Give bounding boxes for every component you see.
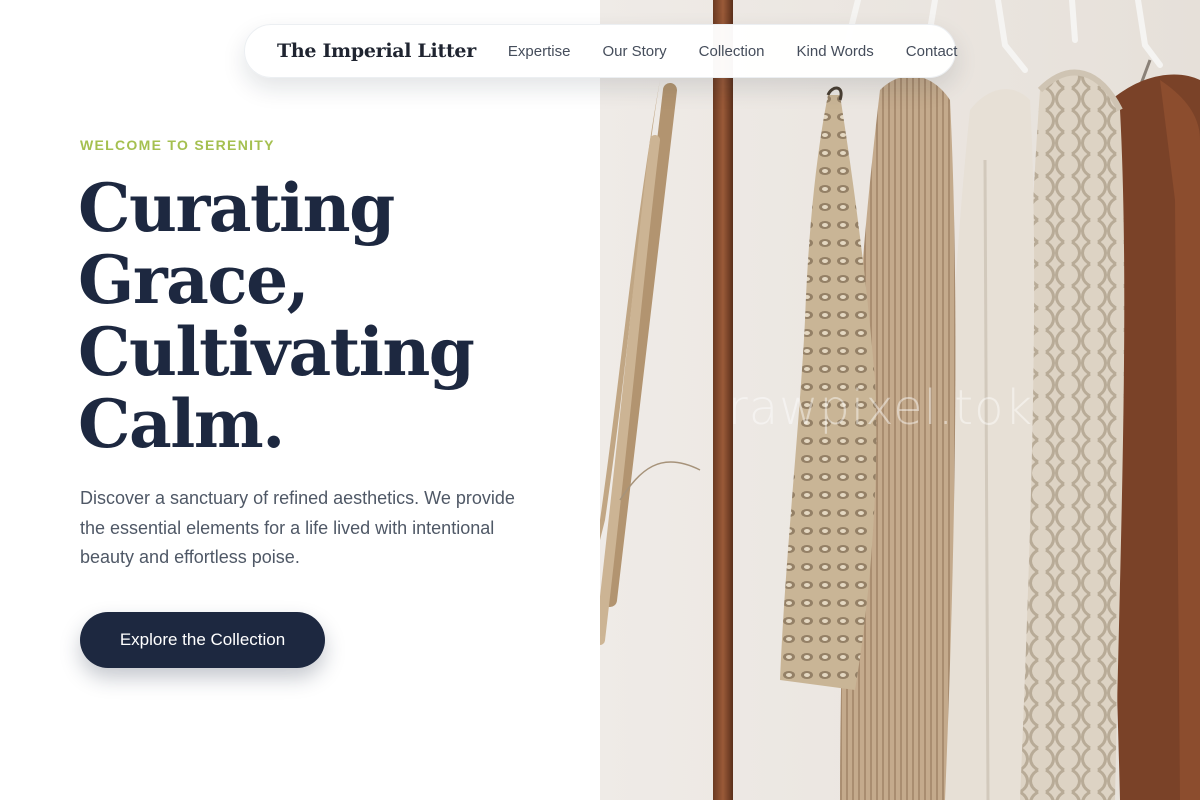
nav-link-kind-words[interactable]: Kind Words	[797, 43, 874, 60]
image-watermark: rawpixel.tok	[728, 380, 1034, 436]
explore-collection-button[interactable]: Explore the Collection	[80, 612, 325, 668]
hero-description: Discover a sanctuary of refined aestheti…	[80, 488, 515, 567]
brand-logo-text[interactable]: The Imperial Litter	[277, 40, 476, 62]
hero-eyebrow: WELCOME TO SERENITY	[80, 137, 275, 153]
nav-link-our-story[interactable]: Our Story	[602, 43, 666, 60]
headline-line-1: Curating	[78, 169, 395, 247]
headline-line-4: Calm.	[78, 385, 285, 463]
hero-headline: Curating Grace, Cultivating Calm.	[78, 172, 578, 460]
top-navigation: The Imperial Litter Expertise Our Story …	[244, 24, 958, 78]
hero-image: rawpixel.tok	[600, 0, 1200, 800]
nav-link-expertise[interactable]: Expertise	[508, 43, 571, 60]
nav-link-contact[interactable]: Contact	[906, 43, 958, 60]
headline-line-3: Cultivating	[78, 313, 475, 391]
nav-link-collection[interactable]: Collection	[699, 43, 765, 60]
headline-line-2: Grace,	[78, 241, 310, 319]
nav-links: Expertise Our Story Collection Kind Word…	[508, 43, 958, 60]
